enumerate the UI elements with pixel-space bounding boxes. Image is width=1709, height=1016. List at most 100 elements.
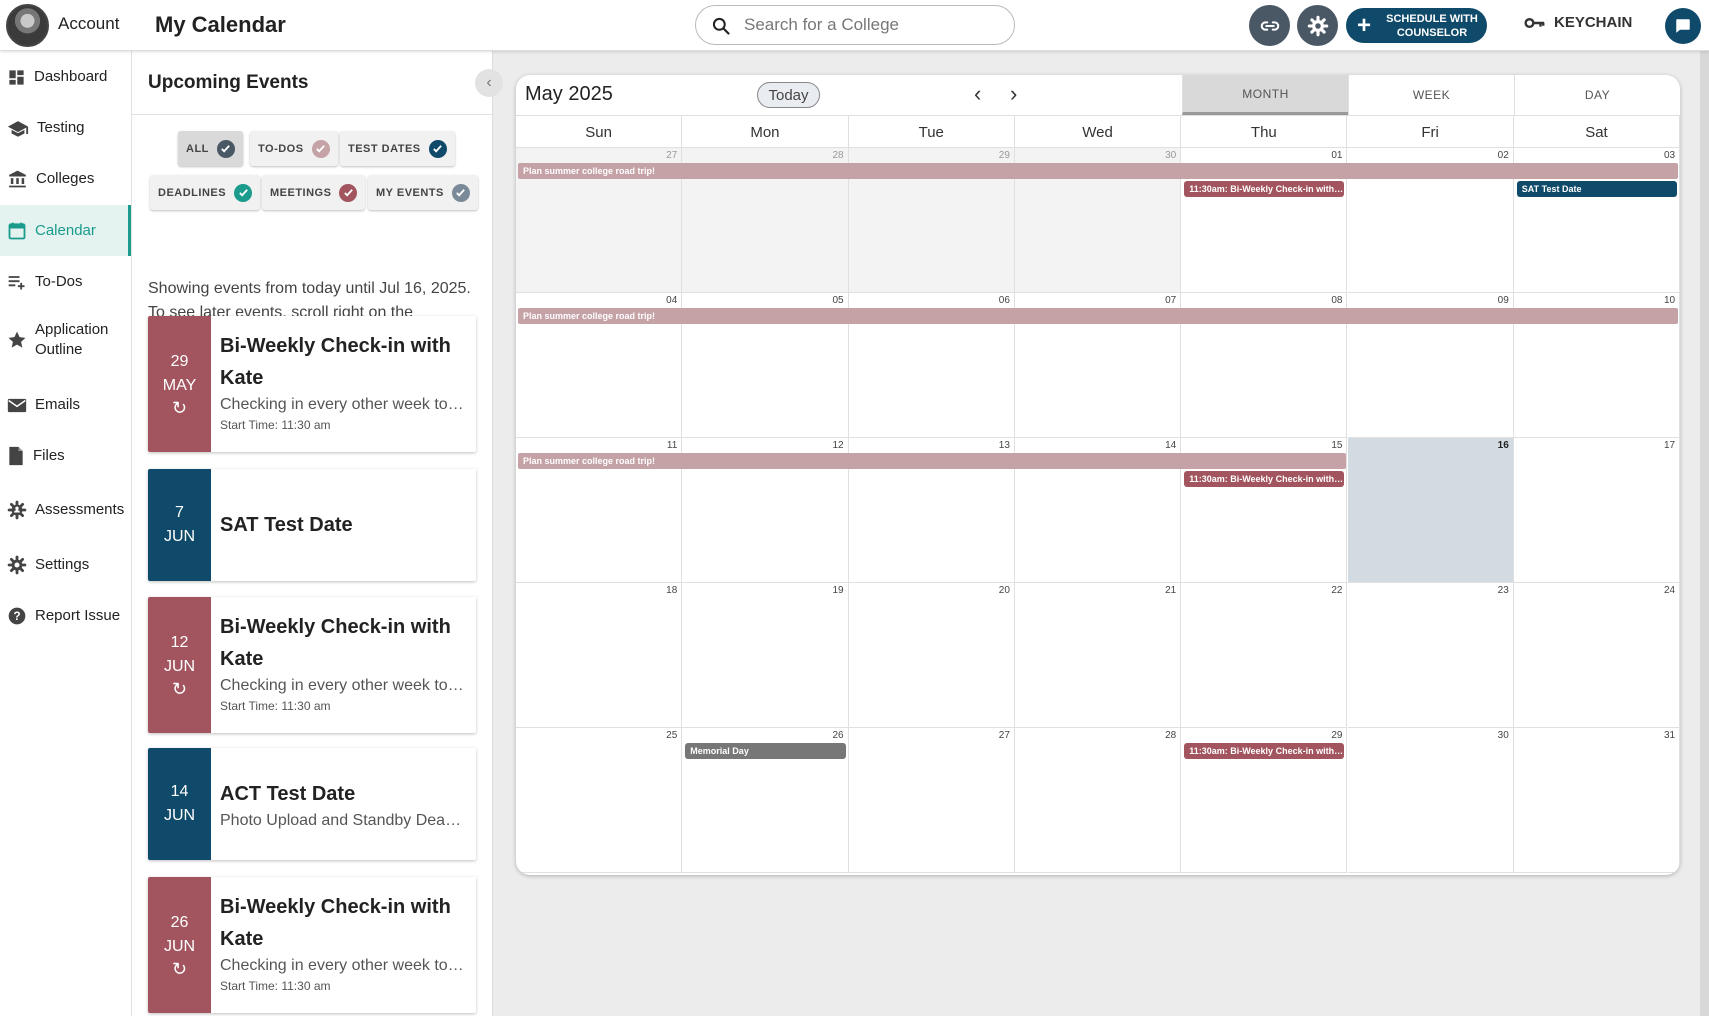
- weekday-label: Sun: [516, 116, 683, 149]
- avatar[interactable]: [6, 4, 49, 47]
- tab-week[interactable]: WEEK: [1348, 75, 1514, 115]
- calendar-event[interactable]: Plan summer college road trip!: [518, 308, 1679, 324]
- event-start-time: Start Time: 11:30 am: [220, 979, 331, 993]
- day-number: 15: [1331, 440, 1343, 451]
- event-card[interactable]: 29 MAY ↻ Bi-Weekly Check-in with Kate Che…: [148, 316, 476, 452]
- day-cell[interactable]: 16: [1347, 438, 1514, 583]
- event-card[interactable]: 7 JUN SAT Test Date: [148, 469, 476, 581]
- event-date-block: 12 JUN ↻: [148, 597, 211, 733]
- sidebar-item-files[interactable]: Files: [0, 432, 131, 480]
- keychain-label: KEYCHAIN: [1554, 14, 1633, 31]
- gear-icon: [1307, 15, 1328, 36]
- day-cell[interactable]: 21: [1014, 583, 1182, 728]
- day-cell[interactable]: 20: [848, 583, 1015, 728]
- day-number: 03: [1663, 150, 1676, 161]
- calendar-event[interactable]: 11:30am: Bi-Weekly Check-in with Kate: [1184, 471, 1345, 487]
- check-circle-icon: [428, 139, 447, 158]
- search-icon: [712, 17, 730, 35]
- event-card[interactable]: 12 JUN ↻ Bi-Weekly Check-in with Kate Che…: [148, 597, 476, 733]
- filter-chip-to-dos[interactable]: TO-DOS: [250, 131, 338, 166]
- scrollbar[interactable]: [1700, 51, 1709, 1016]
- day-number: 24: [1663, 585, 1676, 596]
- day-cell[interactable]: 18: [516, 583, 683, 728]
- calendar-event[interactable]: Plan summer college road trip!: [518, 453, 1346, 469]
- link-button[interactable]: [1249, 5, 1290, 46]
- weekday-label: Mon: [682, 116, 849, 149]
- day-number: 21: [1165, 585, 1177, 596]
- event-card[interactable]: 26 JUN ↻ Bi-Weekly Check-in with Kate Che…: [148, 877, 476, 1013]
- day-cell[interactable]: 22: [1181, 583, 1348, 728]
- file-icon: [9, 446, 23, 466]
- day-number: 14: [1165, 440, 1177, 451]
- day-number: 26: [832, 730, 844, 741]
- day-number: 29: [1331, 730, 1343, 741]
- calendar-event[interactable]: 11:30am: Bi-Weekly Check-in with Kate: [1184, 743, 1345, 759]
- calendar-event[interactable]: 11:30am: Bi-Weekly Check-in with Kate: [1184, 181, 1345, 197]
- filter-chip-meetings[interactable]: MEETINGS: [262, 175, 366, 210]
- filter-chip-deadlines[interactable]: DEADLINES: [150, 175, 261, 210]
- sidebar-item-settings[interactable]: Settings: [0, 540, 131, 590]
- day-number: 10: [1663, 295, 1676, 306]
- sidebar-item-colleges[interactable]: Colleges: [0, 155, 131, 203]
- schedule-button-label: SCHEDULE WITH COUNSELOR: [1386, 12, 1478, 39]
- search-bar[interactable]: [695, 5, 1015, 45]
- repeat-icon: ↻: [171, 398, 188, 418]
- gear-icon: [7, 555, 27, 575]
- day-number: 12: [832, 440, 844, 451]
- day-number: 18: [666, 585, 678, 596]
- settings-button[interactable]: [1297, 5, 1338, 46]
- day-cell[interactable]: 23: [1347, 583, 1514, 728]
- sidebar-item-to-dos[interactable]: To-Dos: [0, 258, 131, 306]
- sidebar-item-report-issue[interactable]: ? Report Issue: [0, 591, 131, 641]
- tab-day[interactable]: DAY: [1514, 75, 1680, 115]
- chevron-left-icon: ‹: [486, 74, 492, 91]
- filter-chip-my-events[interactable]: MY EVENTS: [368, 175, 478, 210]
- event-card[interactable]: 14 JUN ACT Test Date Photo Upload and St…: [148, 748, 476, 860]
- day-number: 28: [832, 150, 844, 161]
- account-link[interactable]: Account: [58, 14, 119, 34]
- calendar-event[interactable]: Plan summer college road trip!: [518, 163, 1679, 179]
- prev-month-arrow-icon[interactable]: ‹: [974, 83, 981, 105]
- day-number: 01: [1331, 150, 1343, 161]
- chat-button[interactable]: [1665, 8, 1701, 44]
- next-month-arrow-icon[interactable]: ›: [1010, 83, 1017, 105]
- day-cell[interactable]: 24: [1513, 583, 1680, 728]
- month-calendar: May 2025 Today ‹ › MONTH WEEK DAY Sun Mon…: [516, 75, 1680, 875]
- calendar-event[interactable]: SAT Test Date: [1516, 181, 1678, 197]
- tab-month[interactable]: MONTH: [1182, 75, 1348, 115]
- day-number: 29: [998, 150, 1010, 161]
- day-cell[interactable]: 30: [1347, 728, 1514, 873]
- graduation-cap-icon: [7, 120, 29, 137]
- sidebar-item-emails[interactable]: Emails: [0, 381, 131, 429]
- search-input[interactable]: [744, 14, 999, 36]
- event-description: Checking in every other week to see how …: [220, 396, 468, 413]
- sidebar-item-assessments[interactable]: Assessments: [0, 485, 131, 535]
- event-date-block: 7 JUN: [148, 469, 211, 581]
- sidebar-item-testing[interactable]: Testing: [0, 104, 131, 152]
- sidebar-item-application-outline[interactable]: Application Outline: [0, 313, 131, 367]
- today-button[interactable]: Today: [757, 82, 820, 108]
- keychain-button[interactable]: KEYCHAIN: [1524, 14, 1632, 31]
- check-circle-icon: [234, 183, 253, 202]
- sidebar-item-dashboard[interactable]: Dashboard: [0, 53, 131, 101]
- event-title: SAT Test Date: [220, 514, 353, 536]
- day-cell[interactable]: 27: [848, 728, 1015, 873]
- day-cell[interactable]: 19: [682, 583, 849, 728]
- schedule-with-counselor-button[interactable]: + SCHEDULE WITH COUNSELOR: [1346, 8, 1487, 43]
- day-cell[interactable]: 17: [1513, 438, 1680, 583]
- day-cell[interactable]: 28: [1014, 728, 1182, 873]
- filter-chip-all[interactable]: ALL: [178, 131, 243, 166]
- calendar-event[interactable]: Memorial Day: [685, 743, 846, 759]
- day-number: 16: [1497, 440, 1509, 451]
- repeat-icon: ↻: [171, 959, 188, 979]
- dashboard-icon: [9, 69, 24, 85]
- collapse-panel-button[interactable]: ‹: [475, 69, 503, 97]
- sidebar-item-calendar[interactable]: Calendar: [0, 205, 131, 256]
- day-cell[interactable]: 25: [516, 728, 683, 873]
- day-cell[interactable]: 31: [1513, 728, 1680, 873]
- chat-icon: [1676, 19, 1690, 33]
- filter-chip-test-dates[interactable]: TEST DATES: [340, 131, 455, 166]
- weekday-label: Fri: [1348, 116, 1514, 149]
- institution-icon: [9, 170, 26, 188]
- event-date-block: 29 MAY ↻: [148, 316, 211, 452]
